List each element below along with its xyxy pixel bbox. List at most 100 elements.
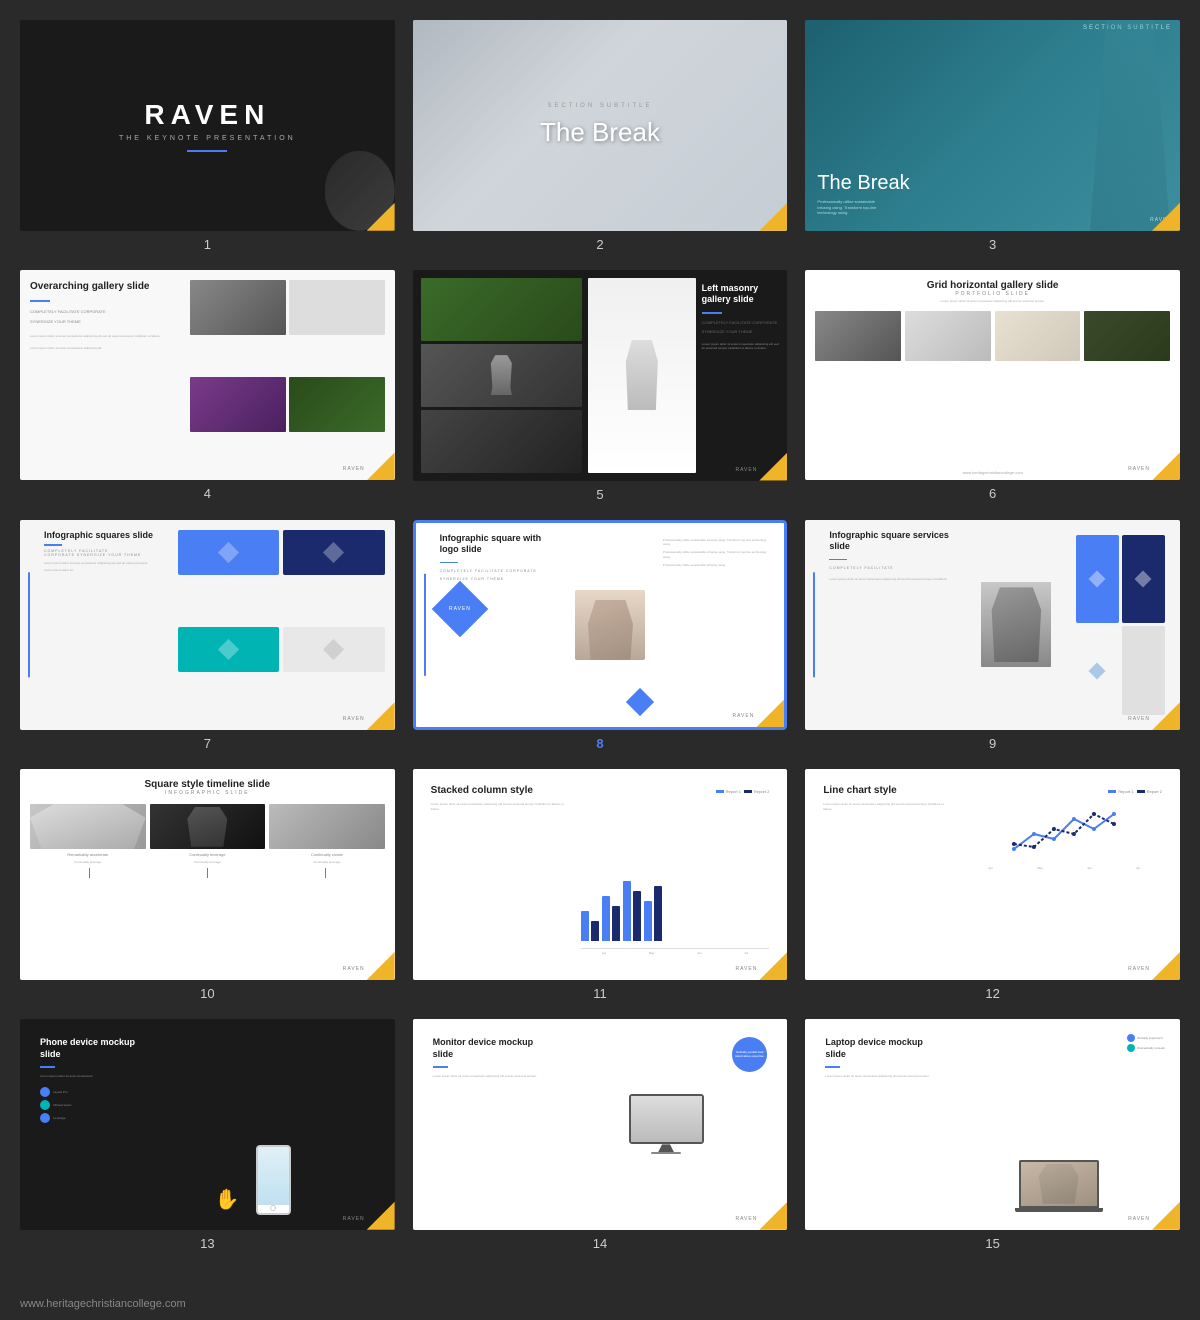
slide12-line-chart-svg	[966, 799, 1162, 859]
slide-8[interactable]: Infographic square with logo slide COMPL…	[413, 520, 788, 731]
slide-5[interactable]: Left masonry gallery slide COMPLETELY FA…	[413, 270, 788, 481]
slide-number-15: 15	[985, 1236, 999, 1251]
slide4-tag2: SYNERGIZE YOUR THEME	[30, 319, 182, 325]
slide7-sq4	[283, 627, 384, 672]
slide-3[interactable]: SECTION SUBTITLE The Break Professionall…	[805, 20, 1180, 231]
slide13-accent	[40, 1066, 55, 1068]
slide7-tag2: CORPORATE SYNERGIZE YOUR THEME	[44, 553, 172, 557]
slide8-logo-raven: RAVEN	[732, 713, 754, 719]
slide-wrapper-10: Square style timeline slide INFOGRAPHIC …	[20, 769, 395, 1001]
slide4-left: Overarching gallery slide COMPLETELY FAC…	[30, 280, 182, 471]
slide11-bar2b	[612, 906, 620, 941]
slide2-title: The Break	[540, 117, 660, 148]
slide-wrapper-13: Phone device mockup slide Lorem ipsum do…	[20, 1019, 395, 1251]
slide10-col2: Continually leverage Continually leverag…	[150, 804, 266, 864]
slide6-url: www.heritagechristiancollege.com	[963, 470, 1023, 475]
slide11-axis	[581, 948, 770, 949]
slide-12[interactable]: Line chart style Lorem ipsum dolor sit a…	[805, 769, 1180, 980]
slide-wrapper-6: Grid horizontal gallery slide PORTFOLIO …	[805, 270, 1180, 502]
slide8-heading: Infographic square with logo slide	[440, 533, 558, 556]
slide15-features: Globally implement Dramatically network	[1127, 1034, 1165, 1052]
slide6-img3	[995, 311, 1081, 361]
slide10-img2	[150, 804, 266, 849]
slide4-body: Lorem ipsum dolor sit amet consectetur a…	[30, 334, 182, 339]
slide11-bar4a	[644, 901, 652, 941]
slide9-sq4	[1122, 626, 1165, 715]
slide-10[interactable]: Square style timeline slide INFOGRAPHIC …	[20, 769, 395, 980]
slide15-circle1	[1127, 1034, 1135, 1042]
slide10-sub1: Continually leverage	[30, 860, 146, 864]
slide-14[interactable]: Monitor device mockup slide Lorem ipsum …	[413, 1019, 788, 1230]
slide2-content: SECTION SUBTITLE The Break	[540, 103, 660, 148]
slide10-img3	[269, 804, 385, 849]
slide-6[interactable]: Grid horizontal gallery slide PORTFOLIO …	[805, 270, 1180, 481]
slide15-body: Lorem ipsum dolor sit amet consectetur a…	[825, 1074, 939, 1079]
slide15-feat2-text: Dramatically network	[1137, 1046, 1165, 1050]
slide7-accent	[44, 544, 62, 546]
corner-yellow-6	[1152, 452, 1180, 480]
slide6-logo: RAVEN	[1128, 466, 1150, 472]
slide14-left: Monitor device mockup slide Lorem ipsum …	[423, 1029, 547, 1220]
slide6-heading: Grid horizontal gallery slide	[815, 280, 1170, 291]
slide8-body3: Professionally utilize sustainable infus…	[663, 563, 775, 568]
slide10-line3	[325, 868, 326, 878]
slide3-content: The Break Professionally utilize sustain…	[817, 172, 909, 216]
slide-7[interactable]: Infographic squares slide COMPLETELY FAC…	[20, 520, 395, 731]
slide14-monitor-screen	[629, 1094, 704, 1144]
slide5-img-arch	[421, 410, 582, 473]
slide-wrapper-8: Infographic square with logo slide COMPL…	[413, 520, 788, 752]
slide13-left: Phone device mockup slide Lorem ipsum do…	[30, 1029, 154, 1220]
slide6-img4	[1084, 311, 1170, 361]
slide13-features: Layout Pro Infused specs Leverage	[40, 1087, 154, 1123]
slide7-sq2	[283, 530, 384, 575]
slide-9[interactable]: Infographic square services slide COMPLE…	[805, 520, 1180, 731]
slide-number-14: 14	[593, 1236, 607, 1251]
slide-number-3: 3	[989, 237, 996, 252]
slide4-images	[190, 280, 385, 471]
slide12-logo: RAVEN	[1128, 966, 1150, 972]
slide-number-10: 10	[200, 986, 214, 1001]
slide5-body: Lorem ipsum dolor sit amet consectetur a…	[702, 342, 780, 351]
slide-wrapper-12: Line chart style Lorem ipsum dolor sit a…	[805, 769, 1180, 1001]
slide15-laptop-img	[1021, 1162, 1097, 1206]
slide11-bar2a	[602, 896, 610, 941]
slide10-heading: Square style timeline slide	[30, 779, 385, 790]
slide4-accent	[30, 300, 50, 302]
slide8-diamond-accent	[626, 688, 654, 716]
slide11-heading: Stacked column style	[431, 784, 565, 797]
slide4-img-grey	[289, 280, 385, 335]
slide-wrapper-15: Laptop device mockup slide Lorem ipsum d…	[805, 1019, 1180, 1251]
slide8-vert-line	[424, 574, 426, 676]
slide14-circle-badge: Globally parallel task stand alone exper…	[732, 1037, 767, 1072]
slide12-body: Lorem ipsum dolor sit amet consectetur a…	[823, 802, 950, 811]
slide10-sub2: Continually leverage	[150, 860, 266, 864]
slide-grid: RAVEN THE KEYNOTE PRESENTATION 1 SECTION…	[20, 20, 1180, 1251]
slide-wrapper-1: RAVEN THE KEYNOTE PRESENTATION 1	[20, 20, 395, 252]
slide4-img-elephant	[190, 280, 286, 335]
slide7-squares	[178, 530, 385, 721]
slide-4[interactable]: Overarching gallery slide COMPLETELY FAC…	[20, 270, 395, 481]
slide-2[interactable]: SECTION SUBTITLE The Break	[413, 20, 788, 231]
slide5-img-person	[421, 344, 582, 407]
slide11-legend: Report 1 Report 2	[581, 789, 770, 794]
slide6-img1	[815, 311, 901, 361]
slide-wrapper-11: Stacked column style Lorem ipsum dolor s…	[413, 769, 788, 1001]
slide5-tag2: SYNERGIZE YOUR THEME	[702, 329, 780, 335]
slide14-badge-text: Globally parallel task stand alone exper…	[732, 1051, 767, 1059]
slide-wrapper-5: Left masonry gallery slide COMPLETELY FA…	[413, 270, 788, 502]
slide5-img-person2	[588, 278, 696, 473]
slide-number-8: 8	[596, 736, 603, 751]
slide10-col1: Remarkably accelerate Continually levera…	[30, 804, 146, 864]
slide-wrapper-2: SECTION SUBTITLE The Break 2	[413, 20, 788, 252]
slide-13[interactable]: Phone device mockup slide Lorem ipsum do…	[20, 1019, 395, 1230]
slide-15[interactable]: Laptop device mockup slide Lorem ipsum d…	[805, 1019, 1180, 1230]
slide14-monitor: Globally parallel task stand alone exper…	[555, 1029, 778, 1220]
slide11-bar3a	[623, 881, 631, 941]
slide15-feat2: Dramatically network	[1127, 1044, 1165, 1052]
slide5-right: Left masonry gallery slide COMPLETELY FA…	[702, 278, 780, 473]
slide4-img-purple	[190, 377, 286, 432]
slide-11[interactable]: Stacked column style Lorem ipsum dolor s…	[413, 769, 788, 980]
slide5-left-imgs	[421, 278, 582, 473]
slide12-legend: Report 1 Report 2	[966, 789, 1162, 794]
slide-1[interactable]: RAVEN THE KEYNOTE PRESENTATION	[20, 20, 395, 231]
